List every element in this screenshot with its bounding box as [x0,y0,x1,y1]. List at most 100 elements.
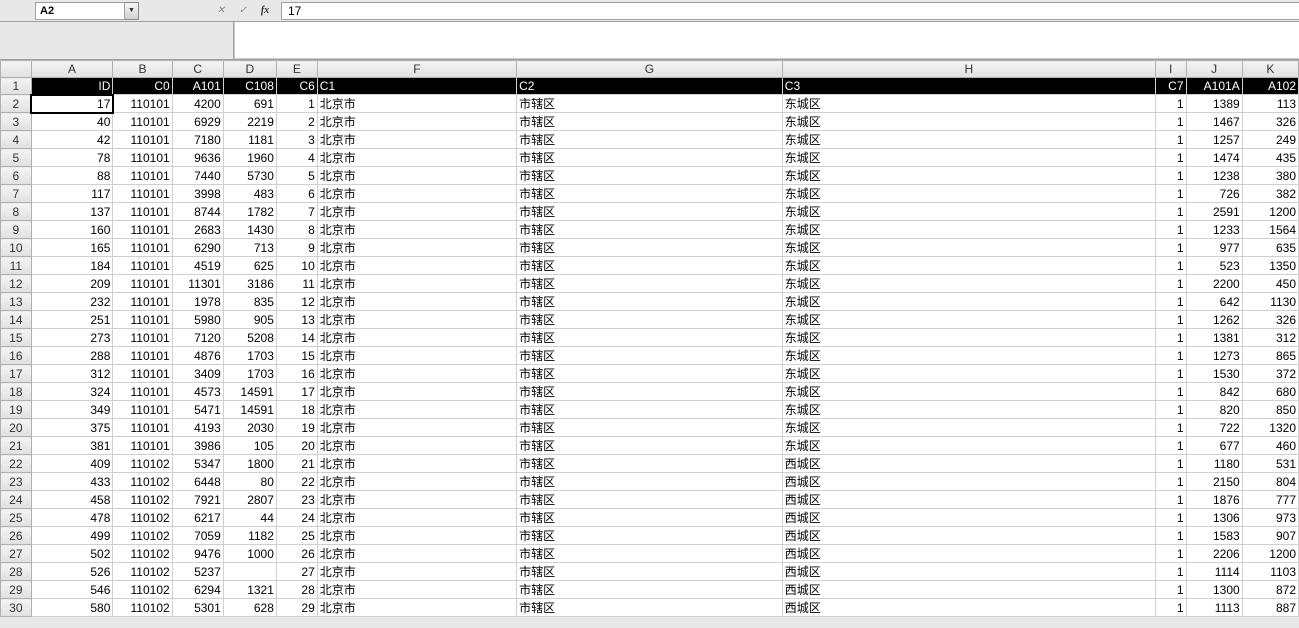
cell-K4[interactable]: 249 [1242,131,1298,149]
cell-D24[interactable]: 2807 [223,491,276,509]
row-header-28[interactable]: 28 [1,563,32,581]
cell-G28[interactable]: 市辖区 [517,563,783,581]
cell-H20[interactable]: 东城区 [782,419,1155,437]
cell-F7[interactable]: 北京市 [317,185,516,203]
cell-G10[interactable]: 市辖区 [517,239,783,257]
cell-I8[interactable]: 1 [1155,203,1186,221]
cell-F12[interactable]: 北京市 [317,275,516,293]
cell-B14[interactable]: 110101 [113,311,172,329]
row-header-26[interactable]: 26 [1,527,32,545]
cell-C14[interactable]: 5980 [172,311,223,329]
cell-D11[interactable]: 625 [223,257,276,275]
cell-K24[interactable]: 777 [1242,491,1298,509]
cell-E20[interactable]: 19 [276,419,317,437]
cell-C24[interactable]: 7921 [172,491,223,509]
row-header-1[interactable]: 1 [1,78,32,95]
cell-F16[interactable]: 北京市 [317,347,516,365]
cell-B22[interactable]: 110102 [113,455,172,473]
cell-I29[interactable]: 1 [1155,581,1186,599]
cell-H10[interactable]: 东城区 [782,239,1155,257]
cell-H7[interactable]: 东城区 [782,185,1155,203]
cell-A4[interactable]: 42 [31,131,113,149]
cell-I18[interactable]: 1 [1155,383,1186,401]
cell-J28[interactable]: 1114 [1186,563,1242,581]
cell-G24[interactable]: 市辖区 [517,491,783,509]
cell-C12[interactable]: 11301 [172,275,223,293]
cell-F23[interactable]: 北京市 [317,473,516,491]
cell-C9[interactable]: 2683 [172,221,223,239]
cell-F14[interactable]: 北京市 [317,311,516,329]
row-header-21[interactable]: 21 [1,437,32,455]
cell-K22[interactable]: 531 [1242,455,1298,473]
row-header-27[interactable]: 27 [1,545,32,563]
cell-J6[interactable]: 1238 [1186,167,1242,185]
cell-G4[interactable]: 市辖区 [517,131,783,149]
cell-F9[interactable]: 北京市 [317,221,516,239]
cell-C28[interactable]: 5237 [172,563,223,581]
col-header-A[interactable]: A [31,61,113,78]
row-header-12[interactable]: 12 [1,275,32,293]
cell-C8[interactable]: 8744 [172,203,223,221]
cell-K26[interactable]: 907 [1242,527,1298,545]
cell-F4[interactable]: 北京市 [317,131,516,149]
cell-A7[interactable]: 117 [31,185,113,203]
cell-D10[interactable]: 713 [223,239,276,257]
row-header-23[interactable]: 23 [1,473,32,491]
cell-I9[interactable]: 1 [1155,221,1186,239]
cell-C17[interactable]: 3409 [172,365,223,383]
cell-C29[interactable]: 6294 [172,581,223,599]
cell-D12[interactable]: 3186 [223,275,276,293]
cell-A1[interactable]: ID [31,78,113,95]
cell-H3[interactable]: 东城区 [782,113,1155,131]
cell-F11[interactable]: 北京市 [317,257,516,275]
cell-B10[interactable]: 110101 [113,239,172,257]
cell-K18[interactable]: 680 [1242,383,1298,401]
cell-B5[interactable]: 110101 [113,149,172,167]
cell-H11[interactable]: 东城区 [782,257,1155,275]
cell-D28[interactable] [223,563,276,581]
formula-input[interactable] [281,2,1299,20]
cell-D22[interactable]: 1800 [223,455,276,473]
cell-K30[interactable]: 887 [1242,599,1298,617]
cell-H19[interactable]: 东城区 [782,401,1155,419]
cell-I15[interactable]: 1 [1155,329,1186,347]
cell-K21[interactable]: 460 [1242,437,1298,455]
cell-I14[interactable]: 1 [1155,311,1186,329]
cell-B30[interactable]: 110102 [113,599,172,617]
cell-D27[interactable]: 1000 [223,545,276,563]
cell-G25[interactable]: 市辖区 [517,509,783,527]
row-header-4[interactable]: 4 [1,131,32,149]
cell-E13[interactable]: 12 [276,293,317,311]
cell-G12[interactable]: 市辖区 [517,275,783,293]
cell-C21[interactable]: 3986 [172,437,223,455]
cell-H9[interactable]: 东城区 [782,221,1155,239]
cell-E12[interactable]: 11 [276,275,317,293]
cell-J7[interactable]: 726 [1186,185,1242,203]
cell-A27[interactable]: 502 [31,545,113,563]
cell-J18[interactable]: 842 [1186,383,1242,401]
cell-K25[interactable]: 973 [1242,509,1298,527]
cell-J26[interactable]: 1583 [1186,527,1242,545]
cell-H18[interactable]: 东城区 [782,383,1155,401]
cell-G15[interactable]: 市辖区 [517,329,783,347]
cell-I2[interactable]: 1 [1155,95,1186,113]
cell-C3[interactable]: 6929 [172,113,223,131]
cell-J4[interactable]: 1257 [1186,131,1242,149]
cell-D20[interactable]: 2030 [223,419,276,437]
cell-E8[interactable]: 7 [276,203,317,221]
row-header-16[interactable]: 16 [1,347,32,365]
row-header-18[interactable]: 18 [1,383,32,401]
cell-F18[interactable]: 北京市 [317,383,516,401]
cell-B16[interactable]: 110101 [113,347,172,365]
cell-B24[interactable]: 110102 [113,491,172,509]
cell-G30[interactable]: 市辖区 [517,599,783,617]
col-header-K[interactable]: K [1242,61,1298,78]
cell-H30[interactable]: 西城区 [782,599,1155,617]
cell-I10[interactable]: 1 [1155,239,1186,257]
cell-K2[interactable]: 113 [1242,95,1298,113]
cell-B12[interactable]: 110101 [113,275,172,293]
cell-E15[interactable]: 14 [276,329,317,347]
cell-C13[interactable]: 1978 [172,293,223,311]
cell-H15[interactable]: 东城区 [782,329,1155,347]
cell-A13[interactable]: 232 [31,293,113,311]
